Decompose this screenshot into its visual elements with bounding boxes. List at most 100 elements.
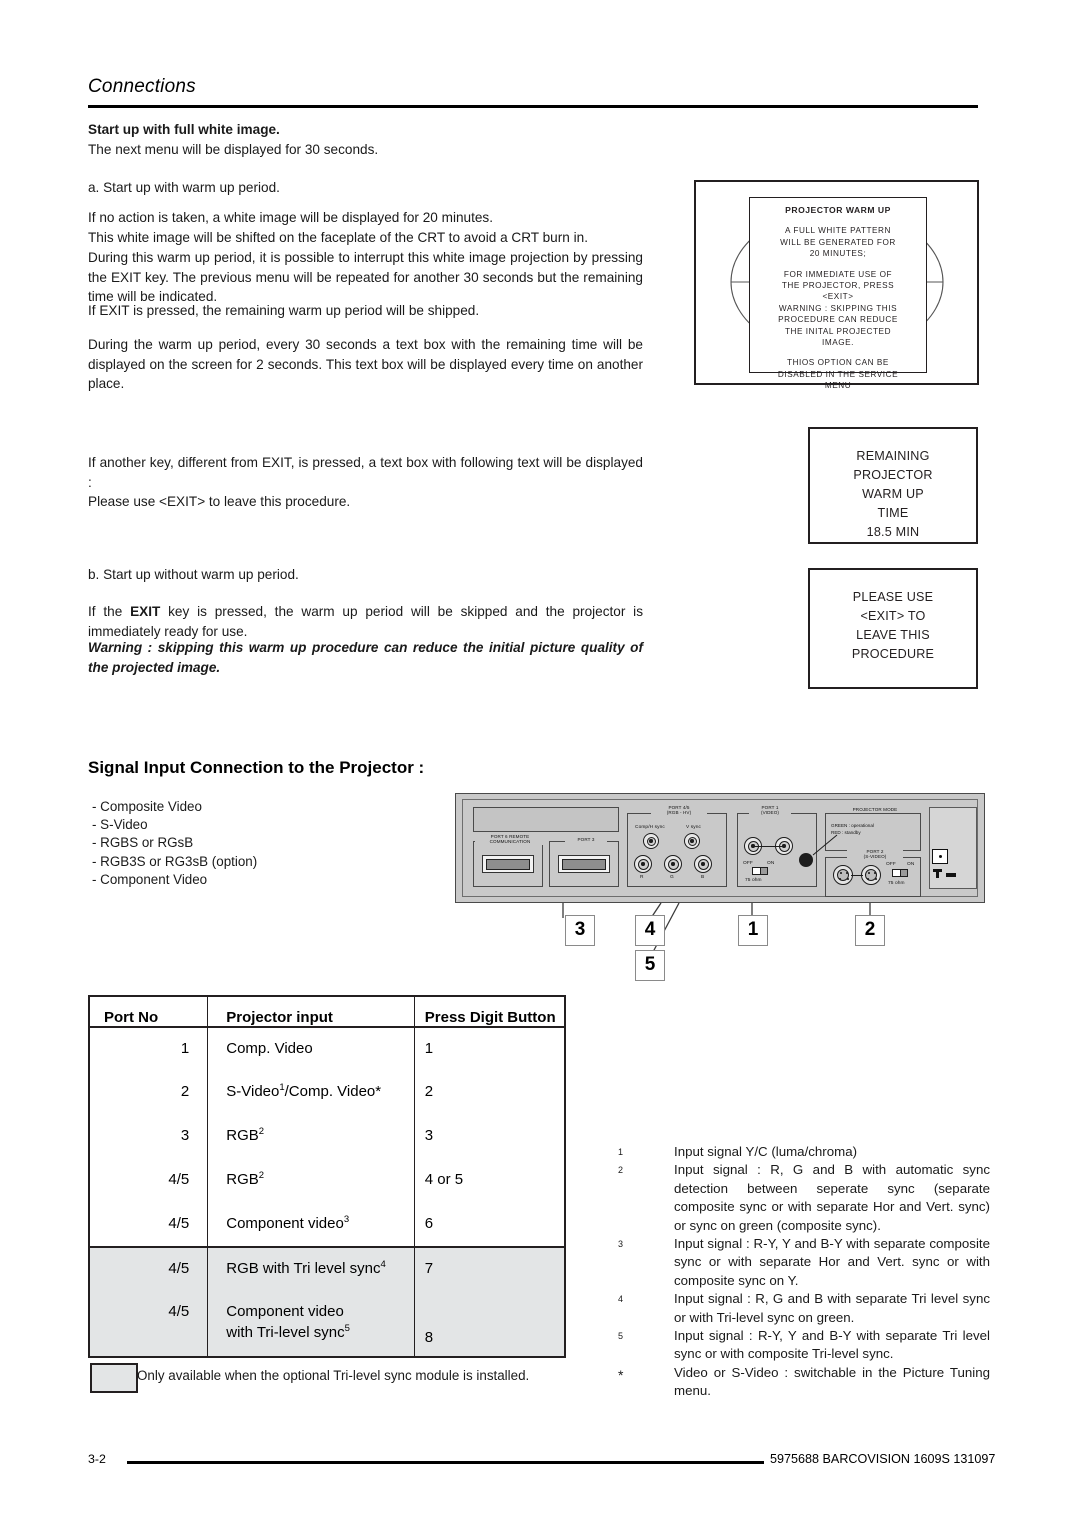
footnote-marker: 4	[618, 1294, 624, 1305]
osd-line: LEAVE THIS	[856, 628, 930, 642]
port2-termination-switch[interactable]	[892, 869, 908, 877]
port1-ohm-label: 75 ohm	[745, 878, 762, 883]
osd-line: IMAGE.	[822, 338, 854, 348]
footer-reference: 5975688 BARCOVISION 1609S 131097	[770, 1452, 996, 1466]
para-1: If no action is taken, a white image wil…	[88, 210, 494, 225]
cell-digit: 4 or 5	[413, 1159, 566, 1203]
document-page: Connections Start up with full white ima…	[0, 0, 1080, 1526]
cell-digit: 3	[413, 1115, 566, 1159]
footnote-text: Input signal : R-Y, Y and B-Y with separ…	[674, 1328, 990, 1362]
footnote-marker: 1	[618, 1147, 624, 1157]
svideo-connector-loop	[861, 865, 881, 885]
port45-label: PORT 4/5 (RGB - HV)	[651, 805, 707, 816]
port2-label-line1: PORT 2	[866, 849, 884, 854]
port45-label-line2: (RGB - HV)	[666, 810, 692, 816]
cell-input-text: Component video	[226, 1303, 344, 1320]
osd-line: REMAINING	[856, 449, 930, 463]
cell-port: 3	[88, 1115, 209, 1159]
table-row-shaded: 4/5 RGB with Tri level sync4 7	[88, 1246, 566, 1291]
para-7: Please use <EXIT> to leave this procedur…	[88, 494, 351, 509]
footnote-item: 3 Input signal : R-Y, Y and B-Y with sep…	[618, 1235, 990, 1290]
osd-line: 18.5 MIN	[866, 525, 920, 539]
footnote-item: 4 Input signal : R, G and B with separat…	[618, 1290, 990, 1327]
table-row: 4/5 RGB2 4 or 5	[88, 1159, 566, 1203]
list-item: - Component Video	[92, 871, 208, 887]
cell-input: Component video3	[207, 1203, 415, 1247]
cell-input-text: RGB	[226, 1127, 259, 1144]
cell-input: RGB2	[207, 1159, 415, 1203]
footnote-list: 1 Input signal Y/C (luma/chroma) 2 Input…	[618, 1143, 990, 1401]
port3-dsub-connector	[558, 855, 610, 873]
osd-line: <EXIT>	[822, 292, 854, 302]
list-item: - RGB3S or RG3sB (option)	[92, 853, 258, 869]
cell-input-sup: 3	[343, 1214, 350, 1225]
port2-label-line2: (S-VIDEO)	[863, 854, 887, 860]
header-divider	[88, 105, 978, 108]
v-sync-label: V sync	[686, 825, 701, 830]
osd-line: WARM UP	[862, 487, 924, 501]
port1-label: PORT 1 (VIDEO)	[749, 805, 791, 816]
cell-input-text-2: with Tri-level sync	[226, 1324, 345, 1341]
table-row: 3 RGB2 3	[88, 1115, 566, 1159]
footnote-text: Input signal : R, G and B with automatic…	[674, 1162, 990, 1233]
osd-warmup-illustration: PROJECTOR WARM UP A FULL WHITE PATTERN W…	[694, 180, 979, 390]
para-8: If the EXIT key is pressed, the warm up …	[88, 602, 643, 641]
svideo-connector-in	[833, 865, 853, 885]
port6-dsub-shell	[486, 858, 530, 870]
cell-input-text: RGB	[226, 1171, 259, 1188]
section-heading: Signal Input Connection to the Projector…	[88, 758, 425, 777]
cell-port: 4/5	[88, 1159, 209, 1203]
port1-termination-switch[interactable]	[752, 867, 768, 875]
bnc-comp-h-sync	[643, 833, 659, 849]
footnote-item: 5 Input signal : R-Y, Y and B-Y with sep…	[618, 1327, 990, 1364]
port1-label-line2: (VIDEO)	[760, 810, 780, 816]
cell-digit: 1	[413, 1027, 566, 1071]
callout-leader-lines	[562, 902, 871, 953]
table-row-shaded: 4/5 Component video with Tri-level sync5 …	[88, 1291, 566, 1358]
port1-off-label: OFF	[743, 861, 753, 866]
osd-please-use-box: PLEASE USE <EXIT> TO LEAVE THIS PROCEDUR…	[808, 568, 978, 689]
lead-title: Start up with full white image.	[88, 122, 280, 137]
port2-label: PORT 2 (S-VIDEO)	[847, 849, 903, 860]
port1-on-label: ON	[767, 861, 775, 866]
comp-h-sync-label: Comp/H sync	[635, 825, 665, 830]
cell-input-text-2: /Comp. Video*	[284, 1083, 382, 1100]
cell-input-sup: 2	[258, 1170, 265, 1181]
col-header-input: Projector input	[207, 996, 415, 1028]
osd-line: DISABLED IN THE SERVICE	[777, 369, 899, 379]
legend-caption: Only available when the optional Tri-lev…	[137, 1368, 530, 1383]
port6-label-line1: PORT 6 REMOTE	[490, 834, 530, 839]
para-5: During the warm up period, every 30 seco…	[88, 337, 643, 391]
earth-symbol-stem	[936, 869, 939, 878]
cell-input-text: RGB with Tri level sync	[226, 1260, 381, 1277]
port45-label-line1: PORT 4/5	[668, 805, 690, 810]
page-number: 3-2	[88, 1452, 106, 1466]
footnote-marker: 5	[618, 1331, 624, 1342]
list-item: - S-Video	[92, 817, 148, 833]
osd-line: THE INITAL PROJECTED	[784, 326, 892, 336]
port3-label: PORT 3	[565, 837, 607, 843]
cell-input: RGB2	[207, 1115, 415, 1159]
cell-digit: 7	[413, 1246, 566, 1291]
osd-menu-group-1: A FULL WHITE PATTERN WILL BE GENERATED F…	[754, 225, 922, 259]
cell-port: 4/5	[88, 1246, 209, 1291]
callout-3: 3	[565, 915, 595, 946]
video-loop-link	[753, 846, 784, 847]
cell-input: RGB with Tri level sync4	[207, 1246, 415, 1291]
para-b-title: b. Start up without warm up period.	[88, 567, 299, 582]
port3-dsub-shell	[562, 858, 606, 870]
warning-text: Warning : skipping this warm up procedur…	[88, 640, 643, 675]
g-label: G	[670, 875, 674, 880]
footnote-item: 2 Input signal : R, G and B with automat…	[618, 1161, 990, 1235]
para-8-pre: If the	[88, 604, 131, 619]
footnote-marker: 3	[618, 1239, 624, 1250]
svideo-loop-link	[851, 875, 863, 876]
callout-1: 1	[738, 915, 768, 946]
port6-dsub-connector	[482, 855, 534, 873]
panel-blank-plate	[473, 807, 619, 832]
earth-symbol-plate	[946, 873, 956, 877]
para-3: During this warm up period, it is possib…	[88, 250, 643, 304]
para-a-title: a. Start up with warm up period.	[88, 180, 280, 195]
power-connector-icon	[932, 849, 948, 864]
r-label: R	[640, 875, 644, 880]
